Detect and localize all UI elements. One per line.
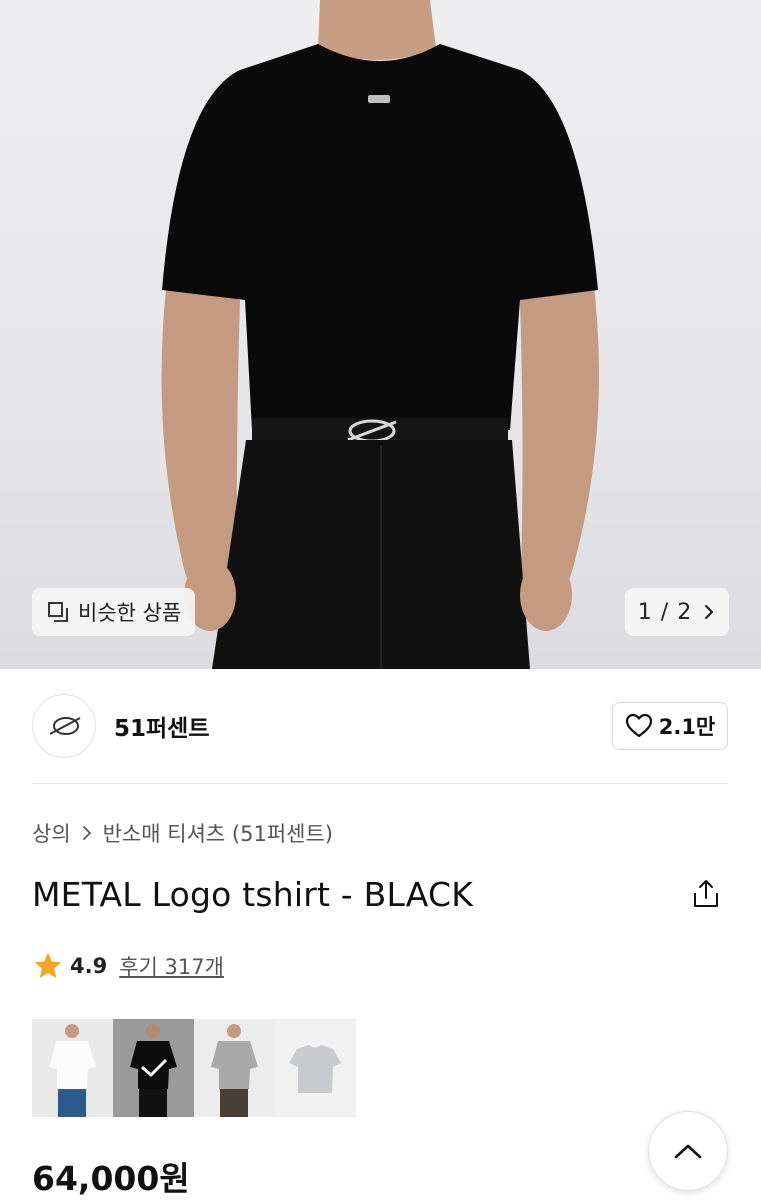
- check-icon: [141, 1059, 166, 1077]
- star-icon: [34, 952, 62, 978]
- product-price: 64,000원: [32, 1159, 190, 1198]
- rating-score: 4.9: [70, 954, 108, 978]
- product-image-carousel[interactable]: 비슷한 상품 1 / 2: [0, 0, 761, 669]
- chevron-right-icon: [705, 604, 714, 620]
- like-button[interactable]: 2.1만: [612, 702, 728, 750]
- variant-thumb-flat[interactable]: [275, 1019, 356, 1117]
- variant-thumb-gray[interactable]: [194, 1019, 275, 1117]
- variant-thumbnails: [32, 1019, 356, 1117]
- product-photo: [161, 0, 600, 669]
- similar-items-icon: [48, 602, 68, 622]
- selected-check: [113, 1019, 194, 1117]
- chevron-up-icon: [674, 1144, 702, 1159]
- brand-name[interactable]: 51퍼센트: [114, 709, 210, 743]
- rating: 4.9 후기 317개: [32, 950, 224, 982]
- scroll-to-top-button[interactable]: [648, 1111, 728, 1191]
- share-button[interactable]: [688, 876, 724, 912]
- share-icon: [694, 880, 718, 907]
- brand-row: 51퍼센트 2.1만: [32, 694, 728, 758]
- similar-items-button[interactable]: 비슷한 상품: [32, 588, 196, 636]
- heart-icon: [625, 713, 652, 738]
- breadcrumb-item-category[interactable]: 상의: [32, 818, 71, 848]
- similar-items-label: 비슷한 상품: [78, 601, 182, 625]
- breadcrumb: 상의 반소매 티셔츠 (51퍼센트): [32, 818, 333, 848]
- image-page-indicator[interactable]: 1 / 2: [625, 588, 729, 636]
- like-count: 2.1만: [658, 715, 716, 739]
- title-row: METAL Logo tshirt - BLACK: [32, 870, 728, 918]
- product-title: METAL Logo tshirt - BLACK: [32, 874, 474, 914]
- breadcrumb-item-subcategory[interactable]: 반소매 티셔츠 (51퍼센트): [103, 818, 333, 848]
- variant-thumb-black[interactable]: [113, 1019, 194, 1117]
- divider: [32, 783, 728, 784]
- variant-thumb-white[interactable]: [32, 1019, 113, 1117]
- page-indicator-text: 1 / 2: [637, 599, 693, 625]
- chevron-right-icon: [82, 826, 91, 840]
- review-count-link[interactable]: 후기 317개: [119, 951, 224, 981]
- brand-logo[interactable]: [32, 694, 96, 758]
